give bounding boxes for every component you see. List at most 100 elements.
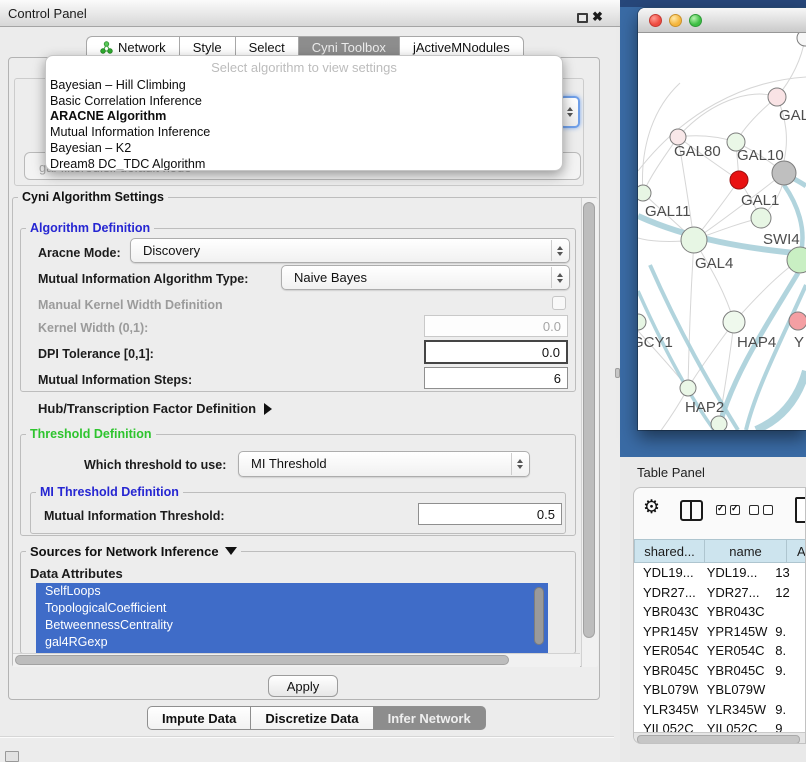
network-node[interactable]: [680, 380, 696, 396]
gear-icon[interactable]: ⚙: [643, 498, 660, 517]
network-node[interactable]: [751, 208, 771, 228]
export-table-icon[interactable]: [795, 497, 806, 523]
attribute-item[interactable]: BetweennessCentrality: [36, 617, 548, 634]
column-header[interactable]: A: [787, 539, 806, 563]
control-panel-titlebar: Control Panel: [0, 0, 620, 27]
network-edge[interactable]: [694, 240, 734, 322]
algorithm-option[interactable]: Bayesian – Hill Climbing: [46, 78, 562, 94]
node-label: GAL4: [695, 255, 733, 272]
table-row[interactable]: YPR145WYPR145W9.: [634, 622, 806, 642]
zoom-traffic-icon[interactable]: [689, 14, 702, 27]
bottom-tab-discretize-data[interactable]: Discretize Data: [250, 706, 372, 730]
network-view-window: GALGAL80GAL10GAL1GAL11SWI4GAL4GCY1HAP4YH…: [638, 8, 806, 430]
network-edge[interactable]: [777, 38, 805, 97]
manual-kernel-label: Manual Kernel Width Definition: [38, 298, 223, 312]
table-panel-title: Table Panel: [637, 465, 705, 480]
close-icon[interactable]: ✖: [592, 9, 603, 25]
mi-algorithm-type-combo[interactable]: Naive Bayes: [281, 265, 570, 290]
table-horizontal-scrollbar-thumb[interactable]: [637, 735, 800, 744]
table-cell: YBR043C: [634, 604, 698, 619]
tab-label: Style: [193, 40, 222, 55]
aracne-mode-combo[interactable]: Discovery: [130, 238, 570, 263]
network-node[interactable]: [723, 311, 745, 333]
network-icon: [100, 41, 113, 54]
network-node[interactable]: [772, 161, 796, 185]
settings-horizontal-scrollbar-thumb[interactable]: [15, 655, 509, 665]
network-node[interactable]: [711, 416, 727, 430]
data-attributes-list[interactable]: SelfLoopsTopologicalCoefficientBetweenne…: [36, 583, 548, 653]
deselect-all-columns-icon[interactable]: [749, 505, 773, 515]
algorithm-option[interactable]: Basic Correlation Inference: [46, 94, 562, 110]
network-edge[interactable]: [688, 240, 694, 388]
network-node[interactable]: [638, 185, 651, 201]
table-row[interactable]: YBR043CYBR043C: [634, 602, 806, 622]
collapse-down-icon: [225, 547, 237, 555]
algorithm-list: Bayesian – Hill ClimbingBasic Correlatio…: [46, 78, 562, 171]
apply-button[interactable]: Apply: [268, 675, 338, 697]
attribute-item[interactable]: gal4RGexp: [36, 634, 548, 651]
which-threshold-combo[interactable]: MI Threshold: [238, 451, 530, 477]
minimize-traffic-icon[interactable]: [669, 14, 682, 27]
table-row[interactable]: YBL079WYBL079W: [634, 680, 806, 700]
kernel-width-field[interactable]: 0.0: [424, 315, 568, 337]
hub-section-toggle[interactable]: Hub/Transcription Factor Definition: [38, 401, 272, 416]
algorithm-option[interactable]: ARACNE Algorithm: [46, 109, 562, 125]
node-label: GAL: [779, 107, 806, 124]
tab-label: Cyni Toolbox: [312, 40, 386, 55]
table-cell: YDL19...: [698, 565, 771, 580]
table-cell: YBL079W: [698, 682, 771, 697]
mi-algorithm-type-value: Naive Bayes: [282, 266, 569, 289]
network-edge[interactable]: [640, 388, 688, 430]
screen: Control Panel ✖ NetworkStyleSelectCyni T…: [0, 0, 806, 762]
bottom-tab-impute-data[interactable]: Impute Data: [147, 706, 250, 730]
table-row[interactable]: YIL052CYIL052C9: [634, 719, 806, 732]
threshold-definition-title: Threshold Definition: [26, 427, 156, 441]
splitter-grip[interactable]: [615, 368, 620, 378]
sources-toggle[interactable]: Sources for Network Inference: [26, 544, 241, 559]
column-header[interactable]: name: [705, 539, 787, 563]
combo-stepper-icon: [511, 453, 528, 475]
settings-vertical-scrollbar-thumb[interactable]: [583, 202, 595, 638]
manual-kernel-checkbox[interactable]: [552, 296, 566, 310]
dock-mini-icon[interactable]: [5, 751, 19, 762]
table-row[interactable]: YDL19...YDL19...13: [634, 563, 806, 583]
table-horizontal-scrollbar[interactable]: [634, 732, 806, 744]
mi-threshold-title: MI Threshold Definition: [36, 485, 183, 499]
table-row[interactable]: YBR045CYBR045C9.: [634, 661, 806, 681]
network-node[interactable]: [681, 227, 707, 253]
close-traffic-icon[interactable]: [649, 14, 662, 27]
dpi-tolerance-field[interactable]: 0.0: [424, 340, 568, 364]
mi-steps-field[interactable]: 6: [424, 367, 568, 389]
attribute-item[interactable]: SelfLoops: [36, 583, 548, 600]
list-scrollbar[interactable]: [534, 587, 544, 645]
bottom-tab-infer-network[interactable]: Infer Network: [373, 706, 486, 730]
algorithm-option[interactable]: Mutual Information Inference: [46, 125, 562, 141]
network-node[interactable]: [797, 33, 806, 46]
table-cell: YIL052C: [698, 721, 771, 732]
table-row[interactable]: YER054CYER054C8.: [634, 641, 806, 661]
column-layout-icon[interactable]: [680, 500, 703, 521]
table-row[interactable]: YLR345WYLR345W9.: [634, 700, 806, 720]
float-window-icon[interactable]: [577, 13, 588, 23]
network-node[interactable]: [789, 312, 806, 330]
table-row[interactable]: YDR27...YDR27...12: [634, 583, 806, 603]
column-header[interactable]: shared...: [634, 539, 705, 563]
table-cell: YBL079W: [634, 682, 698, 697]
algorithm-option[interactable]: Dream8 DC_TDC Algorithm: [46, 157, 562, 171]
network-node[interactable]: [730, 171, 748, 189]
table-cell: 8.: [771, 643, 806, 658]
mi-threshold-field[interactable]: 0.5: [418, 503, 562, 525]
algorithm-option[interactable]: Bayesian – K2: [46, 141, 562, 157]
table-cell: 9.: [771, 624, 806, 639]
network-window-titlebar[interactable]: [638, 8, 806, 33]
network-node[interactable]: [768, 88, 786, 106]
table-cell: YBR045C: [698, 663, 771, 678]
table-cell: YDR27...: [634, 585, 698, 600]
select-all-columns-icon[interactable]: [716, 505, 740, 515]
network-canvas[interactable]: GALGAL80GAL10GAL1GAL11SWI4GAL4GCY1HAP4YH…: [638, 33, 806, 430]
network-node[interactable]: [638, 314, 646, 330]
network-edge[interactable]: [678, 94, 777, 137]
table-cell: YPR145W: [634, 624, 698, 639]
attribute-item[interactable]: TopologicalCoefficient: [36, 600, 548, 617]
bottom-tabbar: Impute DataDiscretize DataInfer Network: [147, 706, 486, 730]
